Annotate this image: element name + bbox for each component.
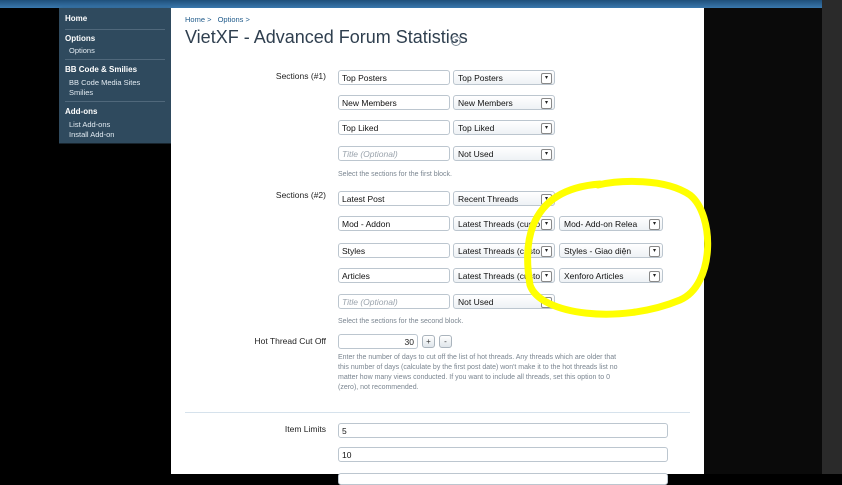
sidebar-heading-bbcode[interactable]: BB Code & Smilies (59, 65, 143, 74)
section-divider (185, 412, 690, 413)
chevron-down-icon: ▾ (649, 246, 660, 257)
page-title: VietXF - Advanced Forum Statistics (185, 27, 468, 47)
sidebar-item-home[interactable]: Home (59, 14, 93, 23)
item-limits-label: Item Limits (284, 424, 326, 434)
select-value: New Members (458, 98, 513, 108)
select-value: Styles - Giao diện (564, 246, 632, 256)
select-value: Xenforo Articles (564, 271, 624, 281)
sections1-title-input-4[interactable]: Title (Optional) (338, 146, 450, 161)
item-limit-input-1[interactable]: 5 (338, 423, 668, 438)
chevron-down-icon: ▾ (649, 271, 660, 282)
sections2-title-input-1[interactable]: Latest Post (338, 191, 450, 206)
sections2-title-input-2[interactable]: Mod - Addon (338, 216, 450, 231)
chevron-down-icon: ▾ (541, 194, 552, 205)
select-value: Not Used (458, 149, 494, 159)
sections2-extra-select-4[interactable]: Xenforo Articles ▾ (559, 268, 663, 283)
sections2-hint: Select the sections for the second block… (338, 318, 464, 325)
hot-thread-label: Hot Thread Cut Off (254, 336, 327, 346)
chevron-down-icon: ▾ (541, 149, 552, 160)
chevron-down-icon: ▾ (649, 219, 660, 230)
breadcrumb-options[interactable]: Options > (218, 15, 250, 24)
sections1-hint: Select the sections for the first block. (338, 171, 452, 178)
hint-line: (zero), not recommended. (338, 384, 419, 391)
select-value: Latest Threads (custo (458, 246, 541, 256)
sections1-select-3[interactable]: Top Liked ▾ (453, 120, 555, 135)
item-limit-input-3[interactable] (338, 473, 668, 485)
sections2-title-input-5[interactable]: Title (Optional) (338, 294, 450, 309)
sections2-select-3[interactable]: Latest Threads (custo ▾ (453, 243, 555, 258)
chevron-down-icon: ▾ (541, 246, 552, 257)
sidebar-item-install-addon[interactable]: Install Add-on (69, 130, 114, 139)
sidebar-heading-options[interactable]: Options (59, 34, 101, 43)
select-value: Latest Threads (custo (458, 219, 541, 229)
sidebar: Home Options Options BB Code & Smilies B… (59, 8, 171, 144)
hint-line: Enter the number of days to cut off the … (338, 354, 617, 361)
sidebar-item-list-addons[interactable]: List Add-ons (69, 120, 110, 129)
sections1-select-2[interactable]: New Members ▾ (453, 95, 555, 110)
sections2-select-5[interactable]: Not Used ▾ (453, 294, 555, 309)
hot-thread-hint: Enter the number of days to cut off the … (338, 353, 668, 393)
sections2-extra-select-2[interactable]: Mod- Add-on Relea ▾ (559, 216, 663, 231)
top-bar (0, 0, 842, 8)
sidebar-divider (65, 101, 165, 102)
select-value: Not Used (458, 297, 494, 307)
sidebar-heading-addons[interactable]: Add-ons (59, 107, 103, 116)
chevron-down-icon: ▾ (541, 123, 552, 134)
sections1-title-input-2[interactable]: New Members (338, 95, 450, 110)
sidebar-divider (65, 29, 165, 30)
sections2-title-input-3[interactable]: Styles (338, 243, 450, 258)
sections1-title-input-1[interactable]: Top Posters (338, 70, 450, 85)
select-value: Recent Threads (458, 194, 519, 204)
select-value: Latest Threads (custo (458, 271, 541, 281)
hot-thread-input[interactable]: 30 (338, 334, 418, 349)
sections1-select-4[interactable]: Not Used ▾ (453, 146, 555, 161)
sections2-label: Sections (#2) (275, 190, 326, 200)
item-limit-input-2[interactable]: 10 (338, 447, 668, 462)
menu-circle-icon[interactable]: ▾ (451, 36, 461, 46)
hint-line: matter how many views conducted. If you … (338, 374, 610, 381)
sidebar-item-options[interactable]: Options (69, 46, 95, 55)
sections2-select-2[interactable]: Latest Threads (custo ▾ (453, 216, 555, 231)
sidebar-divider (65, 59, 165, 60)
sections1-title-input-3[interactable]: Top Liked (338, 120, 450, 135)
hint-line: this number of days (calculate by the fi… (338, 364, 618, 371)
sections2-title-input-4[interactable]: Articles (338, 268, 450, 283)
decrement-button[interactable]: - (439, 335, 452, 348)
chevron-down-icon: ▾ (541, 271, 552, 282)
sections1-label: Sections (#1) (275, 71, 326, 81)
sidebar-item-bbcode-media-sites[interactable]: BB Code Media Sites (69, 78, 140, 87)
background-right-strip (822, 0, 842, 474)
sections1-select-1[interactable]: Top Posters ▾ (453, 70, 555, 85)
chevron-down-icon: ▾ (541, 98, 552, 109)
chevron-down-icon: ▾ (541, 219, 552, 230)
select-value: Mod- Add-on Relea (564, 219, 638, 229)
chevron-down-icon: ▾ (541, 297, 552, 308)
breadcrumb: Home > Options > (185, 15, 254, 24)
sections2-extra-select-3[interactable]: Styles - Giao diện ▾ (559, 243, 663, 258)
increment-button[interactable]: + (422, 335, 435, 348)
select-value: Top Posters (458, 73, 503, 83)
sections2-select-4[interactable]: Latest Threads (custo ▾ (453, 268, 555, 283)
sections2-select-1[interactable]: Recent Threads ▾ (453, 191, 555, 206)
breadcrumb-home[interactable]: Home > (185, 15, 211, 24)
select-value: Top Liked (458, 123, 495, 133)
main-panel: Home > Options > VietXF - Advanced Forum… (171, 8, 704, 485)
sidebar-item-smilies[interactable]: Smilies (69, 88, 93, 97)
chevron-down-icon: ▾ (541, 73, 552, 84)
